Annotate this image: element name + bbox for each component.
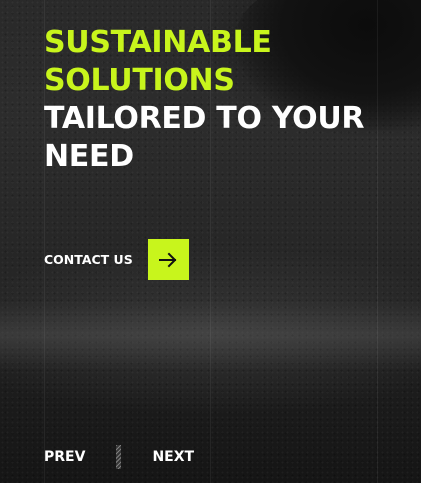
prev-button[interactable]: PREV	[44, 449, 85, 465]
hero-section: SUSTAINABLE SOLUTIONS TAILORED TO YOUR N…	[0, 0, 421, 483]
contact-us-label: CONTACT US	[44, 252, 133, 267]
contact-us-button[interactable]: CONTACT US	[44, 239, 189, 280]
pager-divider	[116, 445, 122, 469]
grid-line	[377, 0, 378, 483]
arrow-right-icon[interactable]	[147, 239, 189, 280]
headline-accent-line: SOLUTIONS	[44, 63, 235, 98]
slider-pager: PREV NEXT	[44, 445, 194, 469]
headline-accent-line: SUSTAINABLE	[44, 25, 272, 60]
headline-white-line: TAILORED TO YOUR	[44, 101, 365, 136]
headline-white-line: NEED	[44, 139, 134, 174]
hero-headline: SUSTAINABLE SOLUTIONS TAILORED TO YOUR N…	[44, 24, 365, 176]
next-button[interactable]: NEXT	[152, 449, 194, 465]
